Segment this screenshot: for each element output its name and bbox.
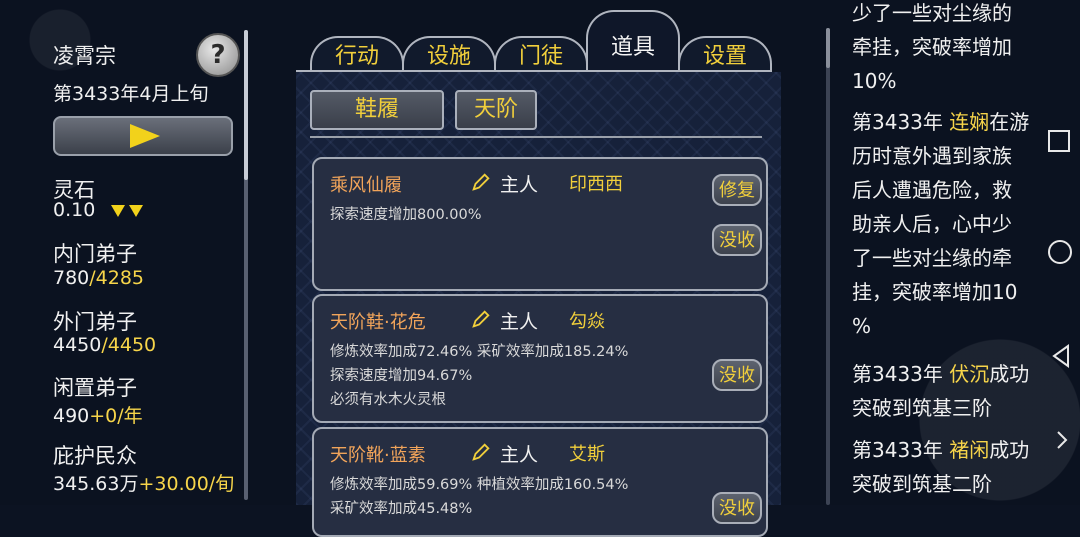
tab-actions[interactable]: 行动	[310, 36, 404, 74]
subtab-divider	[310, 136, 762, 138]
tab-disciples[interactable]: 门徒	[494, 36, 588, 74]
tab-items[interactable]: 道具	[586, 10, 680, 72]
log-entry: 第3433年 褚闲成功 突破到筑基二阶	[852, 438, 1030, 496]
game-date: 第3433年4月上旬	[53, 83, 209, 105]
item-name: 乘风仙履	[330, 175, 402, 196]
pencil-icon[interactable]	[470, 441, 492, 463]
down-arrows-icon	[107, 199, 144, 221]
spirit-stone-value: 0.10	[53, 199, 144, 221]
repair-button[interactable]: 修复	[712, 174, 762, 206]
spirit-stone-amount: 0.10	[53, 199, 96, 221]
confiscate-button[interactable]: 没收	[712, 492, 762, 524]
inner-disciples-value: 780/4285	[53, 267, 145, 289]
item-owner: 印西西	[569, 174, 623, 195]
sect-panel: 凌霄宗 第3433年4月上旬 ? 灵石 0.10 内门弟子 780/4285 外…	[0, 0, 260, 505]
log-scrollbar[interactable]	[826, 28, 830, 505]
event-log: 少了一些对尘缘的 牵挂，突破率增加 10% 第3433年 连娴在游 历时意外遇到…	[826, 0, 1080, 505]
item-card: 天阶鞋·花危 主人 勾焱 修炼效率加成72.46% 采矿效率加成185.24% …	[312, 294, 768, 423]
item-name: 天阶靴·蓝素	[330, 445, 426, 466]
outer-disciples-value: 4450/4450	[53, 334, 157, 356]
chevron-right-icon[interactable]	[1056, 430, 1068, 456]
protected-people-label: 庇护民众	[53, 444, 137, 468]
item-owner: 勾焱	[569, 311, 605, 332]
item-name: 天阶鞋·花危	[330, 312, 426, 333]
outer-disciples-label: 外门弟子	[53, 310, 137, 334]
item-attr: 必须有水木火灵根	[330, 392, 446, 408]
item-attr: 探索速度增加94.67%	[330, 368, 473, 384]
item-owner: 艾斯	[569, 444, 605, 465]
circle-icon[interactable]	[1048, 240, 1072, 264]
items-panel: 鞋履 天阶 乘风仙履 主人 印西西 探索速度增加800.00% 修复 没收 天阶…	[296, 72, 781, 537]
log-entry: 少了一些对尘缘的 牵挂，突破率增加 10%	[852, 1, 1012, 93]
tab-facilities[interactable]: 设施	[402, 36, 496, 74]
owner-label: 主人	[500, 311, 539, 333]
owner-label: 主人	[500, 444, 539, 466]
pencil-icon[interactable]	[470, 171, 492, 193]
inner-disciples-label: 内门弟子	[53, 242, 137, 266]
pencil-icon[interactable]	[470, 308, 492, 330]
protected-people-value: 345.63万+30.00/旬	[53, 473, 235, 495]
item-attr: 探索速度增加800.00%	[330, 207, 482, 223]
play-icon	[130, 124, 160, 148]
confiscate-button[interactable]: 没收	[712, 224, 762, 256]
item-attr: 修炼效率加成72.46% 采矿效率加成185.24%	[330, 344, 629, 360]
left-scrollbar[interactable]	[244, 30, 248, 500]
item-attr: 修炼效率加成59.69% 种植效率加成160.54%	[330, 477, 629, 493]
subtab-shoes[interactable]: 鞋履	[310, 90, 444, 130]
advance-time-button[interactable]	[53, 116, 233, 156]
subtab-heaven-grade[interactable]: 天阶	[455, 90, 537, 130]
log-entry: 第3433年 伏沉成功 突破到筑基三阶	[852, 362, 1030, 420]
owner-label: 主人	[500, 174, 539, 196]
back-icon[interactable]	[1052, 344, 1070, 374]
log-entry: 第3433年 连娴在游 历时意外遇到家族 后人遭遇危险，救 助亲人后，心中少 了…	[852, 110, 1030, 338]
confiscate-button[interactable]: 没收	[712, 359, 762, 391]
item-card: 天阶靴·蓝素 主人 艾斯 修炼效率加成59.69% 种植效率加成160.54% …	[312, 427, 768, 537]
square-icon[interactable]	[1048, 130, 1070, 152]
sect-name: 凌霄宗	[53, 44, 116, 68]
idle-disciples-label: 闲置弟子	[53, 376, 137, 400]
item-card: 乘风仙履 主人 印西西 探索速度增加800.00% 修复 没收	[312, 157, 768, 291]
idle-disciples-value: 490+0/年	[53, 405, 143, 427]
help-icon[interactable]: ?	[196, 33, 240, 77]
item-attr: 采矿效率加成45.48%	[330, 501, 473, 517]
tab-settings[interactable]: 设置	[678, 36, 772, 74]
